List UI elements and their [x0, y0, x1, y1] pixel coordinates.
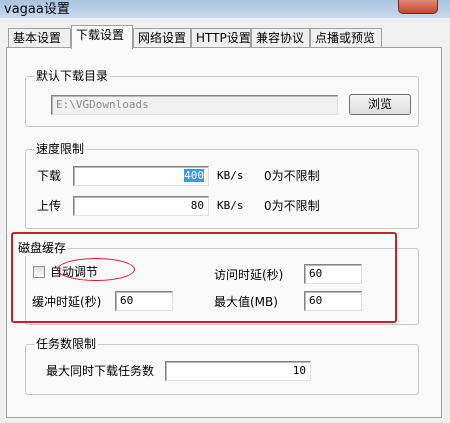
upload-speed-unit: KB/s — [217, 199, 244, 212]
tab-network-settings[interactable]: 网络设置 — [133, 28, 191, 48]
tab-compat-protocols[interactable]: 兼容协议 — [251, 28, 310, 48]
close-button[interactable] — [398, 0, 438, 14]
upload-speed-hint: 0为不限制 — [264, 199, 320, 213]
download-speed-label: 下载 — [37, 169, 62, 183]
tab-http-settings[interactable]: HTTP设置 — [191, 28, 251, 48]
max-tasks-input[interactable]: 10 — [165, 361, 311, 381]
max-tasks-label: 最大同时下载任务数 — [46, 364, 155, 378]
title-bar: vagaa设置 — [0, 0, 450, 18]
settings-dialog: 基本设置 下载设置 网络设置 HTTP设置 兼容协议 点播或预览 默认下载目录 … — [0, 18, 450, 423]
speed-limit-legend: 速度限制 — [34, 141, 87, 157]
annotation-red-ellipse — [57, 258, 135, 281]
download-speed-hint: 0为不限制 — [264, 169, 320, 183]
download-dir-group: 默认下载目录 E:\VGDownloads 浏览 — [25, 68, 419, 127]
upload-speed-label: 上传 — [37, 199, 62, 213]
tab-on-demand-preview[interactable]: 点播或预览 — [310, 28, 382, 48]
download-speed-input[interactable]: 400 — [73, 166, 209, 186]
download-dir-legend: 默认下载目录 — [34, 68, 111, 84]
tab-download-settings[interactable]: 下载设置 — [71, 25, 133, 49]
browse-button[interactable]: 浏览 — [349, 94, 411, 115]
speed-limit-group: 速度限制 下载 400 KB/s 0为不限制 上传 80 KB/s 0为不限制 — [25, 141, 419, 229]
download-path-field: E:\VGDownloads — [51, 95, 338, 115]
download-speed-unit: KB/s — [217, 169, 244, 182]
window-title: vagaa设置 — [4, 2, 70, 17]
upload-speed-input[interactable]: 80 — [73, 196, 209, 216]
task-limit-legend: 任务数限制 — [34, 336, 99, 352]
task-limit-group: 任务数限制 最大同时下载任务数 10 — [25, 336, 419, 395]
tab-basic-settings[interactable]: 基本设置 — [8, 28, 71, 48]
